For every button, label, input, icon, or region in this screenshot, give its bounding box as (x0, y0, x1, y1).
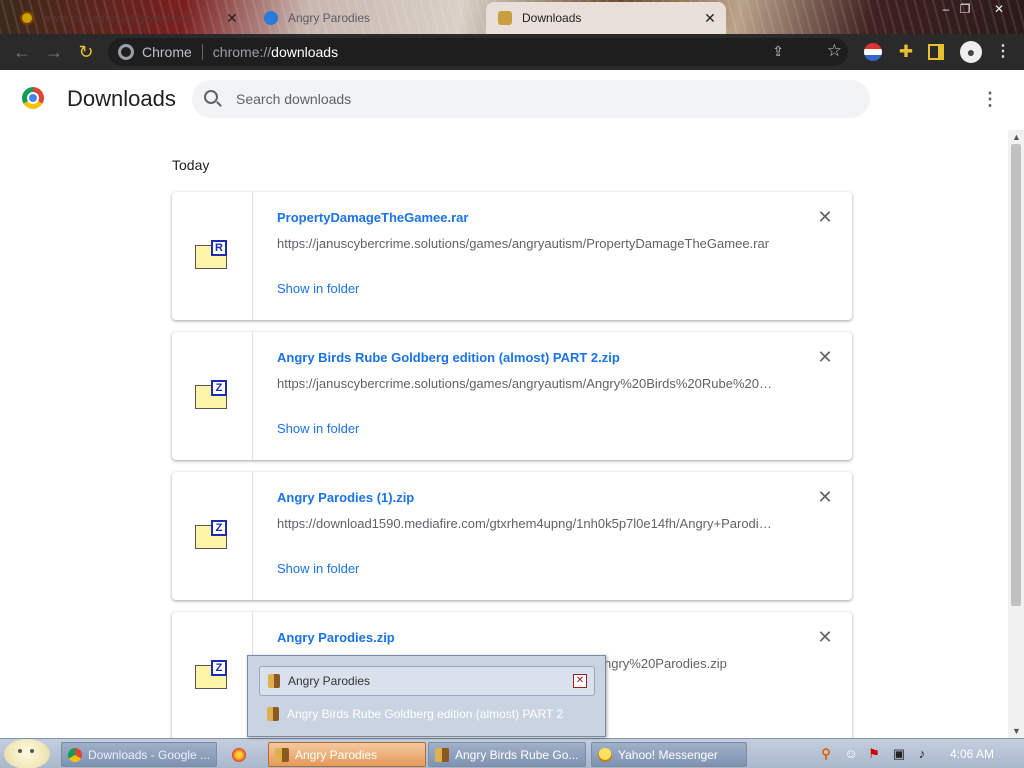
tray-search-icon[interactable]: ⚲ (818, 746, 834, 762)
taskbar-clock[interactable]: 4:06 AM (950, 747, 994, 761)
file-url[interactable]: https://januscybercrime.solutions/games/… (277, 376, 777, 391)
tab-angryautism[interactable]: www of games/angryautism/ ✕ (8, 2, 248, 34)
tab-favicon-icon (264, 11, 278, 25)
file-name-link[interactable]: Angry Parodies (1).zip (277, 490, 414, 505)
taskbar-button-angry-birds[interactable]: Angry Birds Rube Go... (428, 742, 586, 767)
chrome-chip-label: Chrome (142, 44, 192, 60)
url-host: downloads (271, 44, 339, 60)
date-heading: Today (172, 157, 210, 173)
tab-angry-parodies[interactable]: Angry Parodies (252, 2, 482, 34)
file-url[interactable]: https://januscybercrime.solutions/games/… (277, 236, 777, 251)
file-icon-column: Z (172, 332, 253, 460)
taskbar-button-yahoo-messenger[interactable]: Yahoo! Messenger (591, 742, 747, 767)
taskbar-group-popup: Angry Parodies ✕ Angry Birds Rube Goldbe… (247, 655, 606, 737)
tray-security-flag-icon[interactable]: ⚑ (866, 746, 882, 762)
chrome-icon (68, 747, 82, 762)
taskbar-button-firefox[interactable] (226, 742, 262, 767)
browser-toolbar: ← → ↻ Chrome chrome:// downloads ⇪ ☆ ✚ ●… (0, 34, 1024, 70)
page-title: Downloads (67, 86, 176, 111)
back-arrow-icon[interactable]: ← (10, 40, 34, 64)
download-item: R PropertyDamageTheGamee.rar https://jan… (172, 192, 852, 320)
remove-close-icon[interactable]: ✕ (817, 208, 833, 226)
archive-file-icon: R (195, 240, 229, 270)
start-button-icon[interactable] (4, 739, 50, 768)
archive-file-icon: Z (195, 520, 229, 550)
popup-close-icon[interactable]: ✕ (573, 674, 587, 688)
tray-network-icon[interactable]: ▣ (891, 746, 907, 762)
show-in-folder-link[interactable]: Show in folder (277, 421, 359, 436)
tab-title: Angry Parodies (288, 11, 371, 25)
remove-close-icon[interactable]: ✕ (817, 488, 833, 506)
tab-downloads[interactable]: Downloads ✕ (486, 2, 726, 34)
side-panel-icon[interactable] (928, 44, 944, 60)
winrar-icon (435, 747, 449, 762)
file-name-link[interactable]: Angry Parodies.zip (277, 630, 395, 645)
chrome-logo-icon (22, 87, 44, 109)
file-name-link[interactable]: Angry Birds Rube Goldberg edition (almos… (277, 350, 620, 365)
winrar-app-icon (268, 674, 280, 688)
tray-volume-icon[interactable]: ♪ (914, 746, 930, 762)
popup-item-label: Angry Birds Rube Goldberg edition (almos… (287, 707, 564, 721)
scroll-thumb[interactable] (1011, 144, 1021, 606)
minimize-icon[interactable]: ‒ (937, 2, 955, 16)
file-url[interactable]: ngry%20Parodies.zip (604, 656, 784, 671)
winrar-app-icon (267, 707, 279, 721)
show-in-folder-link[interactable]: Show in folder (277, 281, 359, 296)
address-separator (201, 44, 203, 60)
file-url[interactable]: https://download1590.mediafire.com/gtxrh… (277, 516, 777, 531)
archive-file-icon: Z (195, 660, 229, 690)
yahoo-messenger-icon (598, 747, 612, 762)
url-scheme: chrome:// (212, 44, 272, 60)
taskbar-button-angry-parodies[interactable]: Angry Parodies (268, 742, 426, 767)
windows-taskbar: Downloads - Google ... Angry Parodies An… (0, 738, 1024, 768)
download-item: Z Angry Parodies (1).zip https://downloa… (172, 472, 852, 600)
window-close-icon[interactable]: ✕ (990, 2, 1008, 16)
search-icon (204, 90, 218, 104)
extension-flag-icon[interactable] (864, 43, 882, 61)
share-icon[interactable]: ⇪ (772, 43, 784, 60)
taskbar-button-chrome[interactable]: Downloads - Google ... (61, 742, 217, 767)
page-scrollbar[interactable]: ▲ ▼ (1008, 130, 1024, 738)
popup-window-item[interactable]: Angry Birds Rube Goldberg edition (almos… (259, 699, 595, 729)
downloads-favicon-icon (498, 11, 512, 25)
file-icon-column: Z (172, 612, 253, 738)
downloads-page: Downloads ⋮ ▲ ▼ Today R PropertyDamageTh… (0, 70, 1024, 738)
tab-title: Downloads (522, 11, 582, 25)
scroll-down-icon[interactable]: ▼ (1012, 726, 1021, 736)
tab-title: www of games/angryautism/ (42, 11, 193, 25)
reload-icon[interactable]: ↻ (74, 40, 98, 64)
remove-close-icon[interactable]: ✕ (817, 348, 833, 366)
popup-item-label: Angry Parodies (288, 674, 371, 688)
extensions-puzzle-icon[interactable]: ✚ (896, 42, 916, 62)
chrome-chip-icon (118, 44, 134, 60)
tray-messenger-icon[interactable]: ☺ (843, 746, 859, 762)
file-name-link[interactable]: PropertyDamageTheGamee.rar (277, 210, 468, 225)
more-actions-icon[interactable]: ⋮ (980, 88, 1000, 110)
tab-close-icon[interactable]: ✕ (224, 10, 240, 26)
search-input[interactable] (236, 80, 836, 118)
winrar-icon (275, 747, 289, 762)
browser-title-bar: www of games/angryautism/ ✕ Angry Parodi… (0, 0, 1024, 34)
browser-menu-icon[interactable]: ⋮ (993, 42, 1013, 62)
firefox-icon (232, 747, 246, 762)
bookmark-star-icon[interactable]: ☆ (827, 41, 842, 61)
show-in-folder-link[interactable]: Show in folder (277, 561, 359, 576)
address-bar[interactable]: Chrome chrome:// downloads ⇪ ☆ (108, 38, 848, 66)
remove-close-icon[interactable]: ✕ (817, 628, 833, 646)
scroll-up-icon[interactable]: ▲ (1012, 132, 1021, 142)
forward-arrow-icon[interactable]: → (42, 40, 66, 64)
tab-close-icon[interactable]: ✕ (702, 10, 718, 26)
profile-avatar-icon[interactable]: ● (960, 41, 982, 63)
file-icon-column: R (172, 192, 253, 320)
restore-icon[interactable]: ❐ (956, 2, 974, 16)
download-item: Z Angry Birds Rube Goldberg edition (alm… (172, 332, 852, 460)
archive-file-icon: Z (195, 380, 229, 410)
file-icon-column: Z (172, 472, 253, 600)
search-box[interactable] (192, 80, 870, 118)
tab-favicon-icon (20, 11, 34, 25)
popup-window-item[interactable]: Angry Parodies ✕ (259, 666, 595, 696)
